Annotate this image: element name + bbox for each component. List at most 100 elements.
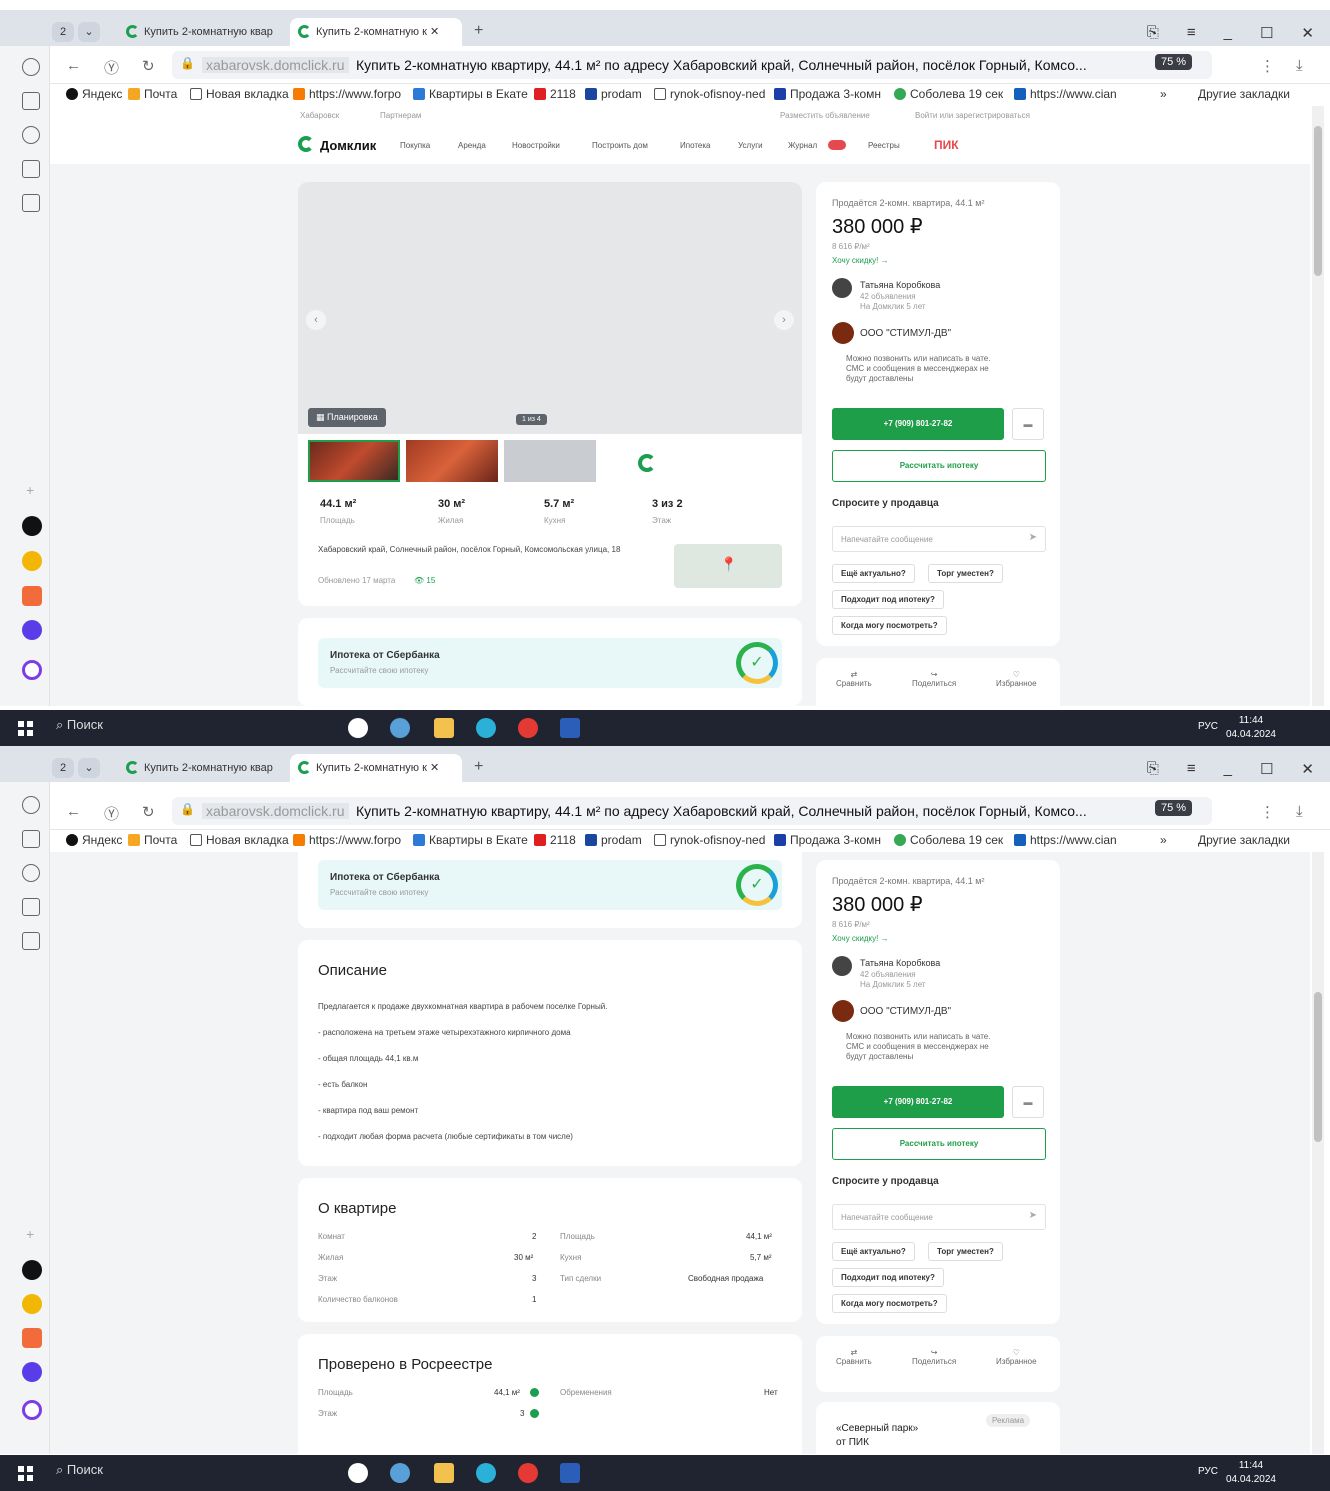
chip-visit[interactable]: Когда могу посмотреть? [832, 1294, 947, 1313]
collections-icon[interactable] [22, 92, 40, 110]
bookmark-1[interactable]: Яндекс [66, 833, 122, 847]
logo-text[interactable]: Домклик [320, 138, 376, 153]
menu-icon[interactable]: ≡ [1187, 760, 1196, 778]
mortgage-button[interactable]: Рассчитать ипотеку [832, 450, 1046, 482]
play-icon[interactable] [22, 864, 40, 882]
alice-icon[interactable] [22, 660, 42, 680]
tab-2[interactable]: Купить 2-комнатную к ✕ [290, 18, 462, 46]
pik-link[interactable]: ПИК [934, 138, 959, 152]
yandex-browser-icon[interactable] [348, 718, 368, 738]
city-link[interactable]: Хабаровск [300, 111, 339, 120]
bookmark-2[interactable]: Почта [128, 833, 177, 847]
zoom-badge[interactable]: 75 % [1155, 800, 1193, 816]
chat-icon[interactable]: ▬ [1012, 1086, 1044, 1118]
language-indicator[interactable]: РУС [1198, 721, 1218, 732]
tabs-menu-button[interactable]: ⌄ [78, 22, 100, 42]
chip-mortgage[interactable]: Подходит под ипотеку? [832, 1268, 944, 1287]
history-icon[interactable] [22, 58, 40, 76]
bookmark-7[interactable]: prodam [585, 87, 642, 101]
alice-icon[interactable] [22, 1400, 42, 1420]
back-icon[interactable]: ← [66, 57, 81, 74]
bookmark-6[interactable]: 2118 [534, 833, 576, 847]
edge-icon[interactable] [476, 718, 496, 738]
close-icon[interactable]: ✕ [1301, 760, 1314, 778]
login-link[interactable]: Войти или зарегистрироваться [915, 111, 1030, 120]
maximize-icon[interactable]: ☐ [1260, 24, 1273, 42]
nav-rent[interactable]: Аренда [458, 141, 486, 150]
minimize-icon[interactable]: _ [1224, 760, 1232, 778]
clock[interactable]: 11:44 04.04.2024 [1226, 714, 1276, 742]
agent-name[interactable]: Татьяна Коробкова [860, 958, 940, 968]
extensions-icon[interactable]: ⋮ [1260, 803, 1275, 821]
company-name[interactable]: ООО "СТИМУЛ-ДВ" [860, 1006, 951, 1017]
nav-services[interactable]: Услуги [738, 141, 763, 150]
share-button[interactable]: ↪ Поделиться [912, 670, 956, 688]
reload-icon[interactable]: ↻ [142, 57, 155, 75]
app-icon-4[interactable] [22, 620, 42, 640]
add-icon[interactable]: + [26, 1226, 34, 1242]
app-icon[interactable] [390, 718, 410, 738]
app-icon-1[interactable] [22, 516, 42, 536]
bookmark-8[interactable]: rynok-ofisnoy-ned [654, 833, 765, 847]
more-bookmarks[interactable]: » [1160, 833, 1167, 847]
favorite-button[interactable]: ♡ Избранное [996, 1348, 1037, 1366]
nav-build[interactable]: Построить дом [592, 141, 648, 150]
taskbar-search[interactable]: ⌕ Поиск [56, 1462, 103, 1478]
tab-counter[interactable]: 2 [52, 758, 74, 778]
bookmark-3[interactable]: Новая вкладка [190, 833, 289, 847]
edge-icon[interactable] [476, 1463, 496, 1483]
nav-new[interactable]: Новостройки [512, 141, 560, 150]
nav-mortgage[interactable]: Ипотека [680, 141, 711, 150]
back-icon[interactable]: ← [66, 803, 81, 820]
yandex-icon[interactable] [518, 1463, 538, 1483]
compare-button[interactable]: ⇄ Сравнить [836, 1348, 872, 1366]
yandex-browser-icon[interactable] [348, 1463, 368, 1483]
new-tab-button[interactable]: + [474, 758, 483, 776]
bookmark-11[interactable]: https://www.cian [1014, 833, 1117, 847]
close-icon[interactable]: ✕ [1301, 24, 1314, 42]
other-bookmarks[interactable]: Другие закладки [1198, 87, 1290, 101]
yandex-icon[interactable]: Ⓨ [104, 57, 119, 78]
bookmark-10[interactable]: Соболева 19 сек [894, 87, 1003, 101]
favorite-button[interactable]: ♡ Избранное [996, 670, 1037, 688]
bookmark-9[interactable]: Продажа 3-комн [774, 833, 881, 847]
screenshot-icon[interactable] [22, 932, 40, 950]
sber-banner[interactable]: Ипотека от Сбербанка Рассчитайте свою ип… [318, 638, 782, 688]
discount-link[interactable]: Хочу скидку! → [832, 256, 889, 265]
bookmark-7[interactable]: prodam [585, 833, 642, 847]
bookmark-8[interactable]: rynok-ofisnoy-ned [654, 87, 765, 101]
compare-button[interactable]: ⇄ Сравнить [836, 670, 872, 688]
promo-card[interactable]: Ипотека от Сбербанка Рассчитайте свою ип… [298, 852, 802, 928]
clock[interactable]: 11:44 04.04.2024 [1226, 1459, 1276, 1487]
add-icon[interactable]: + [26, 482, 34, 498]
word-icon[interactable] [560, 1463, 580, 1483]
phone-button[interactable]: +7 (909) 801-27-82 [832, 408, 1004, 440]
new-tab-button[interactable]: + [474, 22, 483, 40]
send-icon[interactable]: ➤ [1029, 532, 1037, 543]
bookmark-11[interactable]: https://www.cian [1014, 87, 1117, 101]
plan-button[interactable]: ▦ Планировка [308, 408, 386, 427]
thumbnail-3[interactable] [504, 440, 596, 482]
play-icon[interactable] [22, 126, 40, 144]
download-icon[interactable]: ⤓ [1296, 803, 1303, 820]
mortgage-button[interactable]: Рассчитать ипотеку [832, 1128, 1046, 1160]
yandex-icon[interactable] [518, 718, 538, 738]
chat-icon[interactable]: ▬ [1012, 408, 1044, 440]
tab-2[interactable]: Купить 2-комнатную к ✕ [290, 754, 462, 782]
yandex-icon[interactable]: Ⓨ [104, 803, 119, 824]
message-input[interactable]: Напечатайте сообщение ➤ [832, 1204, 1046, 1230]
photo-gallery[interactable] [298, 182, 802, 434]
agent-name[interactable]: Татьяна Коробкова [860, 280, 940, 290]
bookmark-5[interactable]: Квартиры в Екате [413, 833, 528, 847]
extensions-icon[interactable]: ⋮ [1260, 57, 1275, 75]
thumbnail-1[interactable] [308, 440, 400, 482]
bookmark-3[interactable]: Новая вкладка [190, 87, 289, 101]
sber-banner[interactable]: Ипотека от Сбербанка Рассчитайте свою ип… [318, 860, 782, 910]
partners-link[interactable]: Партнерам [380, 111, 421, 120]
bookmark-1[interactable]: Яндекс [66, 87, 122, 101]
minimize-icon[interactable]: _ [1224, 24, 1232, 42]
taskbar-search[interactable]: ⌕ Поиск [56, 717, 103, 733]
counter-icon[interactable] [22, 160, 40, 178]
chip-bargain[interactable]: Торг уместен? [928, 1242, 1003, 1261]
bookmark-9[interactable]: Продажа 3-комн [774, 87, 881, 101]
